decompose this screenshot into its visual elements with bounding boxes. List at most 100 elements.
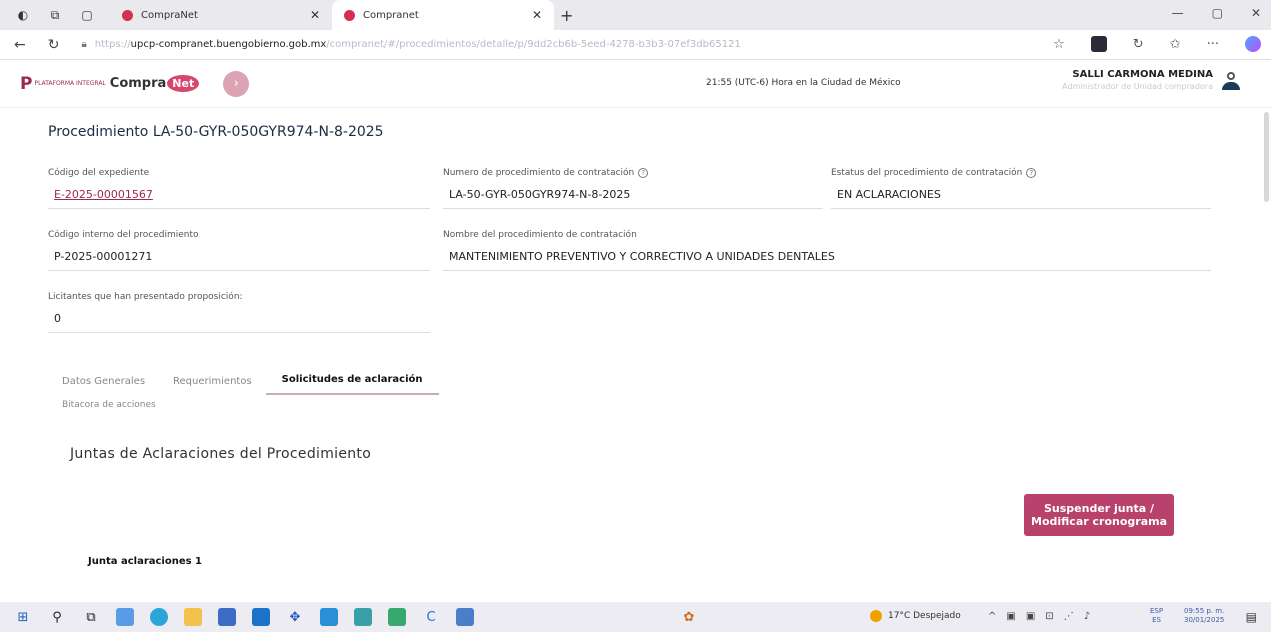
user-name: SALLI CARMONA MEDINA [1072,69,1213,80]
tray-app-icon[interactable]: ▣ [1026,611,1035,622]
field-codigo-interno: Código interno del procedimiento P-2025-… [48,230,430,271]
close-tab-icon[interactable]: ✕ [532,8,542,22]
weather-widget[interactable]: 17°C Despejado [870,610,961,622]
store-icon[interactable] [218,608,236,626]
estatus-value: EN ACLARACIONES [831,188,1211,209]
sun-icon [870,610,882,622]
search-icon[interactable]: ⚲ [48,608,66,626]
notification-icon[interactable]: ▤ [1246,610,1257,624]
more-icon[interactable]: ··· [1207,37,1219,52]
timezone-text: 21:55 (UTC-6) Hora en la Ciudad de Méxic… [706,78,901,88]
user-info: SALLI CARMONA MEDINA Administrador de Un… [1062,69,1213,91]
tab-actions-icon[interactable]: ▢ [78,8,96,22]
page-title: Procedimiento LA-50-GYR-050GYR974-N-8-20… [48,124,384,140]
suspend-junta-button[interactable]: Suspender junta / Modificar cronograma [1024,494,1174,536]
field-label: Licitantes que han presentado proposició… [48,292,243,302]
field-nombre: Nombre del procedimiento de contratación… [443,230,1211,271]
windows-taskbar: ⊞ ⚲ ⧉ ✥ C ✿ 17°C Despejado ^ ▣ ▣ ⊡ ⋰ ♪ E… [0,602,1271,632]
field-estatus: Estatus del procedimiento de contratació… [831,168,1211,209]
system-tray: ^ ▣ ▣ ⊡ ⋰ ♪ [988,611,1090,622]
star-icon[interactable]: ☆ [1053,37,1065,52]
compranet-logo[interactable]: P PLATAFORMA INTEGRAL Compra Net [20,73,200,94]
scrollbar[interactable] [1264,112,1269,202]
expand-menu-button[interactable]: › [223,70,250,97]
url-path: /compranet/#/procedimientos/detalle/p/9d… [326,39,741,50]
app-icon[interactable] [456,608,474,626]
licitantes-value: 0 [48,312,430,333]
language-indicator[interactable]: ESP ES [1150,607,1163,625]
junta-heading[interactable]: Junta aclaraciones 1 [88,556,202,567]
task-view-icon[interactable]: ⧉ [82,608,100,626]
url-prefix: https:// [94,39,131,50]
help-icon[interactable]: ? [638,168,649,178]
minimize-icon[interactable]: — [1172,6,1184,20]
edge-browser-icon[interactable] [150,608,168,626]
logo-p-icon: P [20,73,33,94]
chevron-right-icon: › [233,76,239,91]
lock-icon: 🔒︎ [81,39,87,50]
url-host: upcp-compranet.buengobierno.gob.mx [130,39,327,50]
compranet-favicon-icon [344,9,355,21]
volume-icon[interactable]: ♪ [1084,611,1090,622]
clock[interactable]: 09:55 p. m. 30/01/2025 [1184,607,1224,625]
edge-profile-icon[interactable] [1245,36,1261,52]
window-controls: — ▢ ✕ [1172,6,1261,20]
back-arrow-icon[interactable]: ← [14,37,26,53]
tray-app-icon[interactable]: ▣ [1006,611,1015,622]
chevron-up-icon[interactable]: ^ [988,611,996,622]
section-title: Juntas de Aclaraciones del Procedimiento [70,446,372,462]
logo-platform-text: PLATAFORMA INTEGRAL [34,80,106,87]
maximize-icon[interactable]: ▢ [1212,6,1223,20]
close-window-icon[interactable]: ✕ [1251,6,1261,20]
plus-icon[interactable]: + [560,6,573,25]
field-label: Código interno del procedimiento [48,230,199,240]
tab-label: CompraNet [141,9,198,21]
browser-profile-icon[interactable]: ◐ [14,8,32,22]
url-field[interactable]: 🔒︎ https:// upcp-compranet.buengobierno.… [81,39,740,50]
app-icon[interactable] [354,608,372,626]
field-expediente: Código del expediente E-2025-00001567 [48,168,430,209]
numero-value: LA-50-GYR-050GYR974-N-8-2025 [443,188,823,209]
tab-solicitudes-aclaracion[interactable]: Solicitudes de aclaración [265,370,439,395]
favorites-icon[interactable]: ✩ [1170,37,1181,52]
clock-time: 09:55 p. m. [1184,607,1225,615]
expediente-link[interactable]: E-2025-00001567 [48,188,430,209]
copilot-icon[interactable]: ↻ [1133,37,1144,52]
widgets-icon[interactable] [116,608,134,626]
logo-compra-text: Compra [109,76,167,91]
field-licitantes: Licitantes que han presentado proposició… [48,292,430,333]
tab-compranet-2[interactable]: Compranet ✕ [332,0,554,30]
tray-app-icon[interactable]: ⊡ [1045,611,1053,622]
refresh-icon[interactable]: ↻ [48,37,60,53]
copilot-taskbar-icon[interactable]: ✿ [680,608,698,626]
field-label: Numero de procedimiento de contratación? [443,168,823,178]
procedure-tabs: Datos Generales Requerimientos Solicitud… [48,370,439,395]
user-role: Administrador de Unidad compradora [1062,82,1213,91]
close-tab-icon[interactable]: ✕ [310,8,320,22]
address-bar-actions: ☆ ↻ ✩ ··· [1053,36,1261,52]
codigo-interno-value: P-2025-00001271 [48,250,430,271]
tab-datos-generales[interactable]: Datos Generales [48,372,159,395]
help-icon[interactable]: ? [1026,168,1037,178]
clock-date: 30/01/2025 [1184,616,1225,624]
tab-requerimientos[interactable]: Requerimientos [159,372,266,395]
app-icon[interactable]: C [422,608,440,626]
app-icon[interactable] [320,608,338,626]
user-avatar-icon[interactable] [1221,72,1241,92]
field-label: Estatus del procedimiento de contratació… [831,168,1211,178]
tab-compranet-1[interactable]: CompraNet ✕ [110,0,332,30]
field-label: Nombre del procedimiento de contratación [443,230,637,240]
file-explorer-icon[interactable] [184,608,202,626]
app-header: P PLATAFORMA INTEGRAL Compra Net › 21:55… [0,60,1271,108]
logo-net-text: Net [167,75,200,92]
compranet-favicon-icon [122,9,133,21]
outlook-icon[interactable] [252,608,270,626]
wifi-icon[interactable]: ⋰ [1064,611,1074,622]
dropbox-icon[interactable]: ✥ [286,608,304,626]
app-icon[interactable] [388,608,406,626]
workspaces-icon[interactable]: ⧉ [46,8,64,22]
windows-start-icon[interactable]: ⊞ [14,608,32,626]
extension-icon[interactable] [1090,36,1107,52]
field-label: Código del expediente [48,168,150,178]
tab-bitacora[interactable]: Bitacora de acciones [48,400,156,410]
